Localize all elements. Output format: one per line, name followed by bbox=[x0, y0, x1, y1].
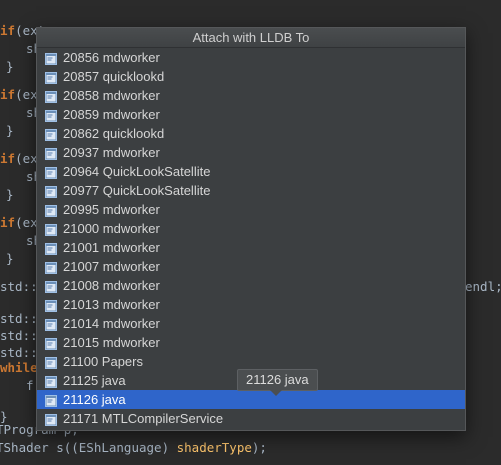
code-line: } bbox=[6, 122, 14, 140]
keyword-if: if bbox=[0, 23, 16, 38]
tooltip-arrow bbox=[270, 390, 282, 396]
code-line: f bbox=[26, 377, 34, 395]
process-window-icon bbox=[45, 51, 57, 65]
process-row[interactable]: 20857 quicklookd bbox=[37, 67, 465, 86]
process-row[interactable]: 20858 mdworker bbox=[37, 86, 465, 105]
process-window-icon bbox=[45, 222, 57, 236]
process-window-icon bbox=[45, 298, 57, 312]
process-label: 20964 QuickLookSatellite bbox=[63, 164, 211, 179]
process-label: 20856 mdworker bbox=[63, 50, 160, 65]
process-window-icon bbox=[45, 70, 57, 84]
code-line: } bbox=[6, 186, 14, 204]
process-label: 20937 mdworker bbox=[63, 145, 160, 160]
code-line: } bbox=[6, 250, 14, 268]
process-row[interactable]: 21013 mdworker bbox=[37, 295, 465, 314]
process-row[interactable]: 20859 mdworker bbox=[37, 105, 465, 124]
process-label: 21171 MTLCompilerService bbox=[63, 411, 224, 426]
keyword-if: if bbox=[0, 87, 16, 102]
keyword-if: if bbox=[0, 151, 16, 166]
code-line: TShader s((EShLanguage) shaderType); bbox=[0, 439, 267, 457]
code-text: TShader s((EShLanguage) bbox=[0, 440, 177, 455]
process-label: 21000 mdworker bbox=[63, 221, 160, 236]
process-window-icon bbox=[45, 165, 57, 179]
process-row[interactable]: 21008 mdworker bbox=[37, 276, 465, 295]
process-label: 20857 quicklookd bbox=[63, 69, 165, 84]
process-label: 20977 QuickLookSatellite bbox=[63, 183, 211, 198]
process-window-icon bbox=[45, 393, 57, 407]
process-row[interactable]: 21171 MTLCompilerService bbox=[37, 409, 465, 428]
process-row[interactable]: 20995 mdworker bbox=[37, 200, 465, 219]
process-row[interactable]: 20977 QuickLookSatellite bbox=[37, 181, 465, 200]
process-window-icon bbox=[45, 374, 57, 388]
code-text: } bbox=[6, 187, 14, 202]
process-label: 20858 mdworker bbox=[63, 88, 160, 103]
process-label: 21014 mdworker bbox=[63, 316, 160, 331]
keyword-if: if bbox=[0, 215, 16, 230]
process-window-icon bbox=[45, 146, 57, 160]
process-row[interactable]: 21007 mdworker bbox=[37, 257, 465, 276]
code-text: ); bbox=[251, 440, 267, 455]
code-line: endl; bbox=[465, 278, 501, 296]
process-row[interactable]: 20862 quicklookd bbox=[37, 124, 465, 143]
process-row[interactable]: 20856 mdworker bbox=[37, 48, 465, 67]
process-label: 21100 Papers bbox=[63, 354, 143, 369]
process-window-icon bbox=[45, 412, 57, 426]
process-window-icon bbox=[45, 355, 57, 369]
code-text: } bbox=[6, 251, 14, 266]
process-label: 21007 mdworker bbox=[63, 259, 160, 274]
process-window-icon bbox=[45, 108, 57, 122]
popup-title: Attach with LLDB To bbox=[37, 28, 465, 48]
process-window-icon bbox=[45, 317, 57, 331]
code-text: } bbox=[6, 123, 14, 138]
process-label: 21008 mdworker bbox=[63, 278, 160, 293]
process-label: 21015 mdworker bbox=[63, 335, 160, 350]
process-label: 20862 quicklookd bbox=[63, 126, 165, 141]
process-row[interactable]: 20937 mdworker bbox=[37, 143, 465, 162]
process-window-icon bbox=[45, 260, 57, 274]
process-row[interactable]: 21001 mdworker bbox=[37, 238, 465, 257]
process-row[interactable]: 21015 mdworker bbox=[37, 333, 465, 352]
tooltip: 21126 java bbox=[237, 369, 318, 391]
process-window-icon bbox=[45, 127, 57, 141]
process-window-icon bbox=[45, 89, 57, 103]
process-window-icon bbox=[45, 184, 57, 198]
code-line: } bbox=[6, 58, 14, 76]
code-text: f bbox=[26, 378, 34, 393]
process-window-icon bbox=[45, 279, 57, 293]
process-row[interactable]: 21014 mdworker bbox=[37, 314, 465, 333]
code-param: shaderType bbox=[176, 440, 252, 455]
process-label: 21126 java bbox=[63, 392, 126, 407]
process-window-icon bbox=[45, 336, 57, 350]
process-row[interactable]: 20964 QuickLookSatellite bbox=[37, 162, 465, 181]
process-label: 20995 mdworker bbox=[63, 202, 160, 217]
process-window-icon bbox=[45, 203, 57, 217]
process-window-icon bbox=[45, 241, 57, 255]
process-row[interactable]: 21000 mdworker bbox=[37, 219, 465, 238]
process-label: 21001 mdworker bbox=[63, 240, 160, 255]
process-row-selected[interactable]: 21126 java bbox=[37, 390, 465, 409]
process-label: 20859 mdworker bbox=[63, 107, 160, 122]
process-label: 21013 mdworker bbox=[63, 297, 160, 312]
process-label: 21125 java bbox=[63, 373, 126, 388]
code-text: } bbox=[6, 59, 14, 74]
code-text: endl; bbox=[465, 279, 501, 294]
